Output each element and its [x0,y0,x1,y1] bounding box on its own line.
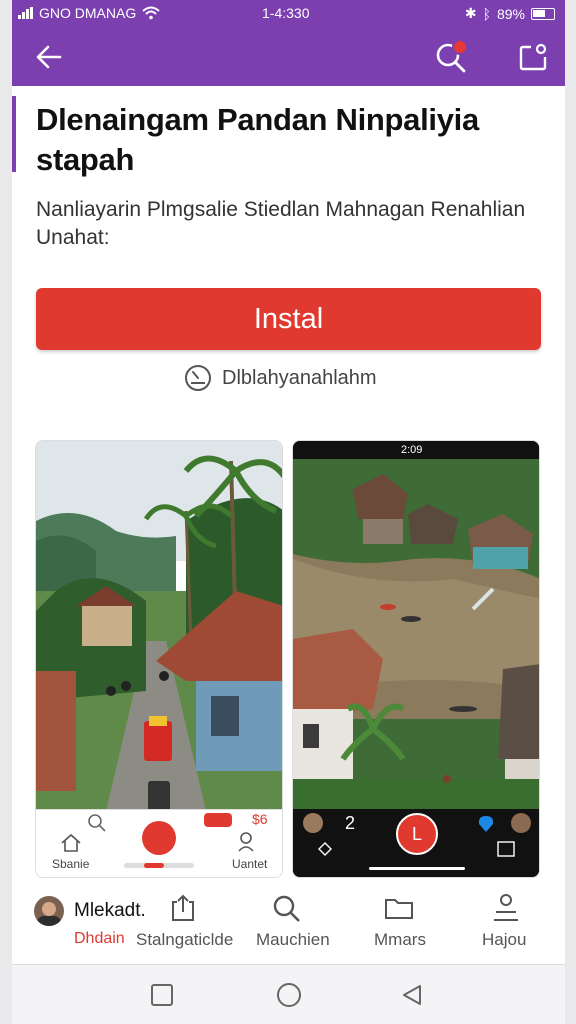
arrow-left-icon[interactable] [34,42,64,72]
shot1-nav-home: Sbanie [52,857,90,871]
home-icon[interactable] [60,833,82,853]
screenshot-river-village[interactable]: 2:09 2 L [292,440,540,878]
download-gauge-icon [185,365,211,391]
river-village-image [293,459,539,809]
download-label: Dlblahyanahlahm [222,366,377,389]
battery-percent: 89% [496,5,525,22]
download-info[interactable]: Dlblahyanahlahm [184,364,377,392]
screenshot-village-street[interactable]: $6 Sbanie Uantet [35,440,283,878]
person-icon[interactable] [236,831,256,853]
upload-icon [172,894,194,921]
recent-apps-icon[interactable] [150,983,174,1007]
bluetooth-icon: ᛒ [482,5,491,22]
nav-item-account[interactable]: Hajou [472,886,542,964]
shot1-nav-right: Uantet [232,857,268,871]
nav-item-search[interactable]: Mauchien [250,886,330,964]
title-accent [12,96,16,172]
carrier-label: GNO DMANAG [39,5,137,21]
status-bar: GNO DMANAG 1-4:330 ✱ ᛒ 89% [12,0,565,28]
app-title: Dlenaingam Pandan Ninpaliyia stapah [36,102,479,177]
notification-badge [452,39,468,55]
nav-profile-sublabel: Dhdain [74,930,125,947]
shot2-home-indicator [369,867,465,870]
person-icon [494,894,518,921]
shot1-progress [124,863,194,868]
search-icon[interactable] [87,813,107,833]
battery-icon [531,7,555,20]
app-subtitle: Nanliayarin Plmgsalie Stiedlan Mahnagan … [36,198,526,249]
app-bar [12,28,565,86]
nav-item-folder[interactable]: Mmars [364,886,434,964]
share-icon[interactable] [517,41,549,73]
nav-search-label: Mauchien [256,930,330,949]
home-icon[interactable] [276,982,302,1008]
search-icon [273,895,300,922]
status-time: 1-4:330 [262,5,310,21]
nav-item-upload[interactable]: Stalngaticlde [130,886,234,964]
bottom-nav: Mlekadt. Dhdain Stalngaticlde Mauchien M… [12,886,565,964]
folder-icon [385,899,413,919]
status-right: ✱ ᛒ 89% [465,5,555,22]
shot1-badge-label: $6 [252,811,268,827]
status-left: GNO DMANAG [18,5,160,21]
shot2-count: 2 [345,813,356,833]
back-icon[interactable] [400,983,424,1007]
nav-upload-label: Stalngaticlde [136,930,234,949]
wifi-icon [142,6,160,20]
location-pin-icon[interactable] [477,815,495,833]
signal-icon [18,7,33,19]
install-button[interactable]: Instal [36,288,541,350]
shot2-status-bar: 2:09 [293,441,539,459]
shot2-fab[interactable]: L [396,813,438,855]
bluetooth-icon: ✱ [464,5,477,21]
window-icon[interactable] [497,841,515,857]
village-street-image [36,441,282,877]
shot1-badge [204,813,232,827]
shot1-fab[interactable] [142,821,176,855]
system-nav-bar [12,964,565,1024]
nav-account-label: Hajou [482,930,527,949]
nav-folder-label: Mmars [374,930,426,949]
phone-screen: GNO DMANAG 1-4:330 ✱ ᛒ 89% Dlenaingam Pa… [12,0,565,1024]
avatar[interactable] [303,813,323,833]
tag-icon[interactable] [317,841,333,857]
avatar[interactable] [511,813,531,833]
shot2-status-time: 2:09 [401,444,423,456]
avatar [34,896,64,926]
